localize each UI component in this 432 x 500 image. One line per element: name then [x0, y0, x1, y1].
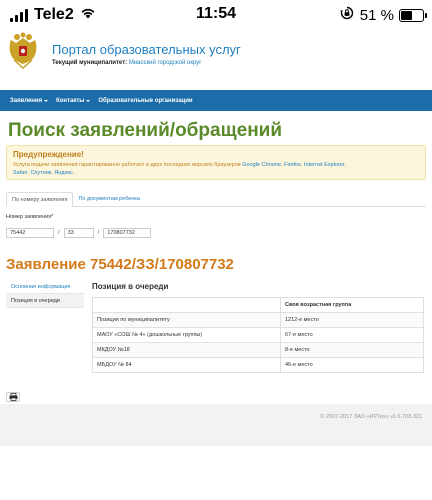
table-row: МАОУ «СОШ № 4» (дошкольные группы) 67-е … [92, 327, 424, 343]
printer-icon [9, 393, 17, 401]
queue-table: Своя возрастная группа Позиция по муници… [92, 297, 424, 373]
browser-link-safari[interactable]: Safari [13, 170, 27, 176]
application-side-nav: Основная информация Позиция в очереди [6, 280, 84, 308]
rotation-lock-icon [340, 6, 354, 25]
municipality-label: Текущий муниципалитет: [52, 60, 128, 66]
table-header-row: Своя возрастная группа [92, 297, 424, 313]
alert-title: Предупреждение! [13, 150, 84, 159]
separator: / [97, 230, 100, 236]
browser-link-chrome[interactable]: Google Chrome [242, 162, 281, 168]
status-bar: Tele2 11:54 51 % [0, 0, 432, 30]
warning-alert: Предупреждение! Услуга подачи заявления … [6, 145, 426, 180]
main-nav: Заявления Контакты Образовательные орган… [0, 90, 432, 111]
table-row: МБДОУ № 84 46-е место [92, 357, 424, 373]
table-cell-position: 67-е место [280, 327, 424, 343]
separator: / [58, 230, 60, 236]
page-title: Поиск заявлений/обращений [8, 120, 283, 141]
application-number-part2-input[interactable] [63, 228, 94, 238]
nav-item-contacts[interactable]: Контакты [56, 98, 91, 104]
browser-link-ie[interactable]: Internet Explorer [304, 162, 344, 168]
side-item-queue-position[interactable]: Позиция в очереди [6, 294, 84, 308]
table-cell-place: МБДОУ № 84 [92, 357, 281, 373]
caret-down-icon [86, 99, 91, 102]
page-footer: © 2007-2017 ЗАО «ИРТех» v1.6.708.321 [0, 404, 432, 446]
table-cell-position: 8-е место [280, 342, 424, 358]
tab-by-application-number[interactable]: По номеру заявления [6, 192, 74, 207]
table-cell-position: 46-е место [280, 357, 424, 373]
tab-by-child-documents[interactable]: По документам ребенка [73, 192, 145, 207]
table-header-cell [92, 297, 281, 313]
print-button[interactable] [6, 392, 20, 402]
queue-section-title: Позиция в очереди [92, 282, 169, 291]
table-cell-place: МАОУ «СОШ № 4» (дошкольные группы) [92, 327, 281, 343]
nav-item-organizations[interactable]: Образовательные организации [98, 98, 192, 104]
table-row: МКДОУ №18 8-е место [92, 342, 424, 358]
browser-link-sputnik[interactable]: Спутник [30, 170, 51, 176]
municipality-link[interactable]: Миасский городской округ [129, 60, 202, 66]
status-right: 51 % [340, 6, 427, 25]
search-tabs: По номеру заявления По документам ребенк… [6, 192, 426, 207]
table-header-cell: Своя возрастная группа [280, 297, 424, 313]
application-number-fields: / / [6, 228, 152, 238]
copyright-text: © 2007-2017 ЗАО «ИРТех» v1.6.708.321 [320, 414, 422, 420]
table-cell-position: 1212-е место [280, 312, 424, 328]
portal-title[interactable]: Портал образовательных услуг [52, 42, 241, 57]
nav-item-applications[interactable]: Заявления [10, 98, 49, 104]
table-cell-place: МКДОУ №18 [92, 342, 281, 358]
application-number-part3-input[interactable] [103, 228, 152, 238]
site-header: Портал образовательных услуг Текущий мун… [0, 30, 432, 88]
application-number-part1-input[interactable] [6, 228, 54, 238]
coat-of-arms-logo[interactable] [8, 32, 38, 70]
battery-icon [399, 9, 427, 22]
current-municipality: Текущий муниципалитет: Миасский городско… [52, 60, 201, 66]
table-row: Позиция по муниципалитету 1212-е место [92, 312, 424, 328]
application-number-label: Номер заявления* [6, 214, 54, 220]
battery-percent: 51 % [359, 7, 394, 24]
side-item-main-info[interactable]: Основная информация [6, 280, 84, 294]
application-title: Заявление 75442/ЗЗ/170807732 [6, 256, 234, 273]
browser-link-yandex[interactable]: Яндекс. [54, 170, 74, 176]
battery-fill [401, 11, 412, 20]
caret-down-icon [44, 99, 49, 102]
alert-text: Услуга подачи заявления гарантированно р… [13, 162, 346, 176]
table-cell-place: Позиция по муниципалитету [92, 312, 281, 328]
browser-link-firefox[interactable]: Firefox [284, 162, 301, 168]
